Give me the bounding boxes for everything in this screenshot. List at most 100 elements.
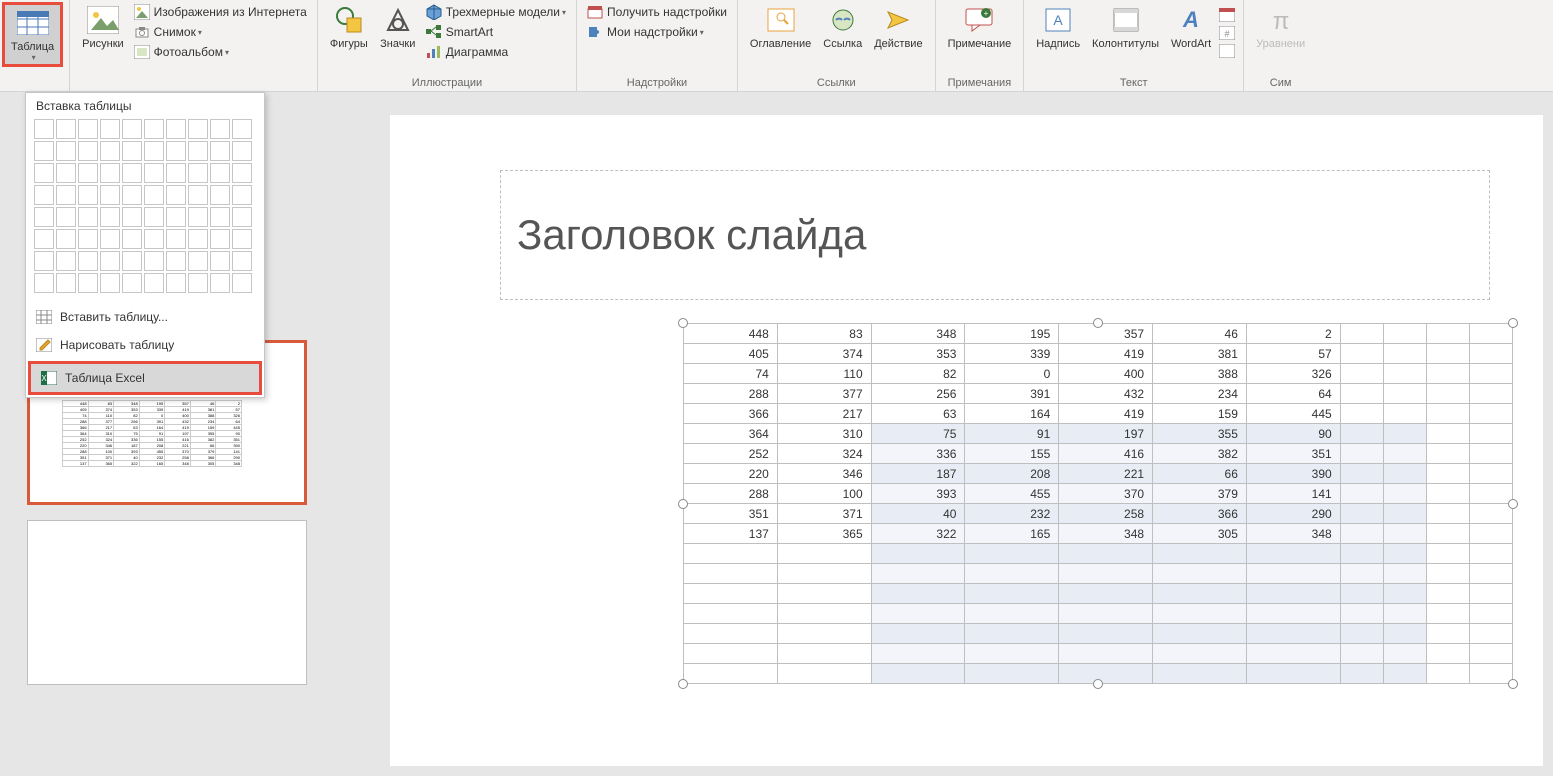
table-cell[interactable] <box>684 604 778 624</box>
table-cell[interactable]: 455 <box>965 484 1059 504</box>
table-cell[interactable] <box>1153 604 1247 624</box>
table-cell[interactable] <box>1469 344 1512 364</box>
table-grid-cell[interactable] <box>122 207 142 227</box>
table-cell[interactable]: 374 <box>777 344 871 364</box>
comment-button[interactable]: + Примечание <box>942 2 1018 52</box>
table-cell[interactable]: 326 <box>1246 364 1340 384</box>
table-cell[interactable]: 137 <box>684 524 778 544</box>
table-grid-cell[interactable] <box>188 185 208 205</box>
data-table[interactable]: 4488334819535746240537435333941938157741… <box>683 323 1513 684</box>
resize-handle-ne[interactable] <box>1508 318 1518 328</box>
table-cell[interactable] <box>1426 344 1469 364</box>
get-addins-button[interactable]: Получить надстройки <box>583 2 731 22</box>
table-cell[interactable] <box>1383 504 1426 524</box>
table-cell[interactable]: 322 <box>871 524 965 544</box>
table-cell[interactable] <box>1426 384 1469 404</box>
table-cell[interactable] <box>1383 584 1426 604</box>
table-cell[interactable]: 83 <box>777 324 871 344</box>
table-cell[interactable]: 351 <box>684 504 778 524</box>
table-cell[interactable]: 57 <box>1246 344 1340 364</box>
table-cell[interactable] <box>1383 324 1426 344</box>
slide-thumbnail-2[interactable] <box>27 520 307 685</box>
table-grid-cell[interactable] <box>122 119 142 139</box>
table-cell[interactable] <box>1426 524 1469 544</box>
link-button[interactable]: Ссылка <box>817 2 868 52</box>
table-grid-cell[interactable] <box>78 163 98 183</box>
table-cell[interactable] <box>965 564 1059 584</box>
table-grid-cell[interactable] <box>122 229 142 249</box>
table-grid-cell[interactable] <box>78 229 98 249</box>
table-cell[interactable] <box>1426 544 1469 564</box>
table-cell[interactable] <box>1383 384 1426 404</box>
table-grid-cell[interactable] <box>122 141 142 161</box>
table-grid-cell[interactable] <box>78 273 98 293</box>
table-cell[interactable] <box>1426 324 1469 344</box>
table-cell[interactable]: 370 <box>1059 484 1153 504</box>
table-grid-cell[interactable] <box>56 207 76 227</box>
table-size-grid[interactable] <box>26 119 264 303</box>
resize-handle-s[interactable] <box>1093 679 1103 689</box>
table-cell[interactable] <box>1246 644 1340 664</box>
table-grid-cell[interactable] <box>210 141 230 161</box>
table-cell[interactable]: 346 <box>777 464 871 484</box>
table-cell[interactable] <box>871 644 965 664</box>
table-cell[interactable] <box>1383 344 1426 364</box>
table-cell[interactable] <box>1469 664 1512 684</box>
table-cell[interactable] <box>1426 644 1469 664</box>
table-cell[interactable] <box>1383 424 1426 444</box>
table-cell[interactable]: 217 <box>777 404 871 424</box>
table-cell[interactable]: 357 <box>1059 324 1153 344</box>
table-grid-cell[interactable] <box>100 163 120 183</box>
table-cell[interactable] <box>965 624 1059 644</box>
table-grid-cell[interactable] <box>144 141 164 161</box>
table-cell[interactable] <box>1469 464 1512 484</box>
table-grid-cell[interactable] <box>232 229 252 249</box>
table-cell[interactable] <box>777 564 871 584</box>
table-cell[interactable] <box>1340 544 1383 564</box>
table-grid-cell[interactable] <box>144 185 164 205</box>
table-cell[interactable] <box>1383 484 1426 504</box>
table-cell[interactable] <box>1059 624 1153 644</box>
table-cell[interactable] <box>684 644 778 664</box>
table-cell[interactable]: 258 <box>1059 504 1153 524</box>
table-cell[interactable] <box>1426 624 1469 644</box>
table-cell[interactable] <box>1246 564 1340 584</box>
table-grid-cell[interactable] <box>166 251 186 271</box>
table-cell[interactable]: 366 <box>1153 504 1247 524</box>
table-cell[interactable]: 400 <box>1059 364 1153 384</box>
table-cell[interactable] <box>1383 364 1426 384</box>
table-cell[interactable] <box>1059 564 1153 584</box>
table-grid-cell[interactable] <box>188 273 208 293</box>
table-cell[interactable] <box>1340 644 1383 664</box>
table-grid-cell[interactable] <box>100 273 120 293</box>
table-grid-cell[interactable] <box>232 273 252 293</box>
table-cell[interactable]: 405 <box>684 344 778 364</box>
table-cell[interactable] <box>1469 484 1512 504</box>
table-cell[interactable]: 348 <box>1246 524 1340 544</box>
table-grid-cell[interactable] <box>56 119 76 139</box>
table-grid-cell[interactable] <box>56 251 76 271</box>
table-cell[interactable] <box>1340 564 1383 584</box>
table-cell[interactable]: 141 <box>1246 484 1340 504</box>
table-cell[interactable]: 355 <box>1153 424 1247 444</box>
table-cell[interactable] <box>684 564 778 584</box>
table-cell[interactable] <box>1383 404 1426 424</box>
table-cell[interactable]: 2 <box>1246 324 1340 344</box>
table-grid-cell[interactable] <box>144 273 164 293</box>
table-cell[interactable]: 187 <box>871 464 965 484</box>
table-grid-cell[interactable] <box>232 141 252 161</box>
table-grid-cell[interactable] <box>188 207 208 227</box>
table-cell[interactable]: 256 <box>871 384 965 404</box>
table-cell[interactable]: 64 <box>1246 384 1340 404</box>
table-cell[interactable] <box>871 604 965 624</box>
table-grid-cell[interactable] <box>122 185 142 205</box>
table-cell[interactable] <box>1469 584 1512 604</box>
photo-album-button[interactable]: Фотоальбом▾ <box>130 42 311 62</box>
table-cell[interactable]: 195 <box>965 324 1059 344</box>
table-cell[interactable] <box>1469 604 1512 624</box>
action-button[interactable]: Действие <box>868 2 928 52</box>
table-grid-cell[interactable] <box>100 251 120 271</box>
table-cell[interactable] <box>1469 384 1512 404</box>
table-cell[interactable] <box>1469 544 1512 564</box>
table-cell[interactable] <box>1153 624 1247 644</box>
